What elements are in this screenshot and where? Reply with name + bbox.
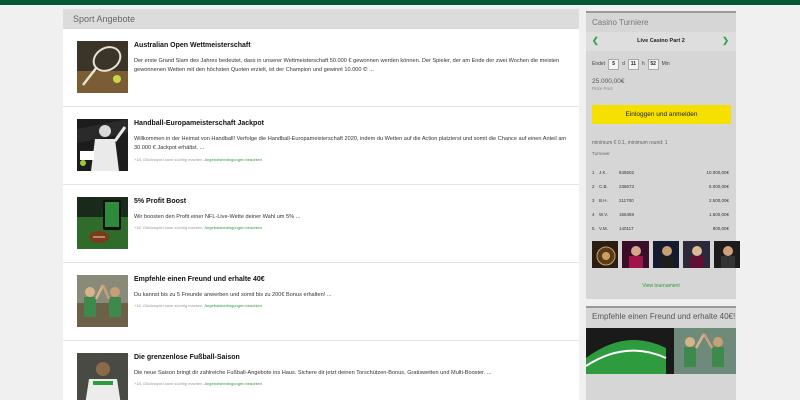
leaderboard-prize: 10.000,00€ — [706, 170, 729, 175]
tournament-nav: ❮ Live Casino Part 2 ❯ — [586, 32, 736, 51]
leaderboard-row: 5 V.M. 140117 800,00€ — [592, 223, 731, 235]
minimum-bet-text: minimum € 0.1, minimum round: 1 — [592, 140, 668, 146]
top-brand-bar — [0, 0, 800, 5]
terms-link[interactable]: Angebotsbedingungen beachten — [204, 157, 262, 162]
refer-friend-header[interactable]: Empfehle einen Freund und erhalte 40€! — [586, 308, 736, 326]
chevron-right-icon[interactable]: ❯ — [722, 36, 729, 45]
leaderboard-row: 3 B.H. 211700 2.500,00€ — [592, 195, 731, 207]
hours-unit: h — [641, 61, 645, 67]
promo-item[interactable]: Australian Open Wettmeisterschaft Der er… — [63, 29, 579, 107]
handball-player-image[interactable] — [77, 119, 128, 171]
tournament-games — [592, 241, 741, 268]
prize-pool-label: Prize Pool — [592, 86, 613, 91]
casino-tournaments-panel: Casino Turniere ❮ Live Casino Part 2 ❯ E… — [586, 11, 741, 299]
promo-terms: +18. Glücksspiel kann süchtig machen. An… — [134, 157, 262, 162]
countdown-minutes: 52 — [647, 58, 659, 70]
minutes-unit: Min — [661, 61, 670, 67]
promo-description: Wir boosten den Profit einer NFL-Live-We… — [134, 214, 301, 220]
promo-terms: +18. Glücksspiel kann süchtig machen. An… — [134, 381, 262, 386]
leaderboard-player: C.B. — [599, 184, 608, 189]
sport-offers-panel: Sport Angebote Australian Open Wettmeist… — [63, 9, 579, 400]
leaderboard-score: 236673 — [619, 184, 635, 189]
leaderboard-player: W.V. — [599, 212, 609, 217]
leaderboard-prize: 1.500,00€ — [708, 212, 729, 217]
live-blackjack-game-thumbnail[interactable] — [683, 241, 710, 268]
leaderboard-player: B.H. — [599, 198, 608, 203]
days-unit: d — [622, 61, 625, 67]
leaderboard-player: J.K. — [599, 170, 607, 175]
promo-terms: +18. Glücksspiel kann süchtig machen. An… — [134, 303, 262, 308]
promo-item[interactable]: Handball-Europameisterschaft Jackpot Wil… — [63, 107, 579, 185]
refer-friend-banner-image[interactable] — [586, 328, 736, 374]
leaderboard-row: 1 J.K. 845502 10.000,00€ — [592, 167, 731, 179]
leaderboard-prize: 5.000,00€ — [708, 184, 729, 189]
login-register-button[interactable]: Einloggen und anmelden — [592, 105, 731, 124]
live-casino-game-thumbnail[interactable] — [713, 241, 741, 268]
terms-disclaimer: +18. Glücksspiel kann süchtig machen. — [134, 225, 205, 230]
leaderboard-rank: 4 — [592, 212, 595, 217]
terms-disclaimer: +18. Glücksspiel kann süchtig machen. — [134, 157, 205, 162]
leaderboard-score: 166459 — [619, 212, 635, 217]
promo-item[interactable]: 5% Profit Boost Wir boosten den Profit e… — [63, 185, 579, 263]
leaderboard-row: 2 C.B. 236673 5.000,00€ — [592, 181, 731, 193]
leaderboard-score: 845502 — [619, 170, 635, 175]
tennis-racket-image[interactable] — [77, 41, 128, 93]
view-tournament-link[interactable]: View tournament — [586, 283, 736, 289]
american-football-image[interactable] — [77, 197, 128, 249]
terms-link[interactable]: Angebotsbedingungen beachten — [204, 303, 262, 308]
terms-link[interactable]: Angebotsbedingungen beachten — [204, 225, 262, 230]
roulette-game-thumbnail[interactable] — [592, 241, 619, 268]
live-table-game-thumbnail[interactable] — [652, 241, 680, 268]
ends-label: Endet — [592, 61, 606, 67]
sport-offers-header: Sport Angebote — [63, 9, 579, 29]
leaderboard-row: 4 W.V. 166459 1.500,00€ — [592, 209, 731, 221]
promo-title[interactable]: Handball-Europameisterschaft Jackpot — [134, 120, 264, 127]
tournament-countdown: Endet 5 d 11 h 52 Min — [592, 58, 670, 70]
leaderboard-rank: 2 — [592, 184, 595, 189]
promo-title[interactable]: Die grenzenlose Fußball-Saison — [134, 354, 240, 361]
promo-title[interactable]: 5% Profit Boost — [134, 198, 186, 205]
promo-item[interactable]: Empfehle einen Freund und erhalte 40€ Du… — [63, 263, 579, 341]
promo-description: Willkommen in der Heimat von Handball! V… — [134, 136, 567, 152]
promo-title[interactable]: Australian Open Wettmeisterschaft — [134, 42, 251, 49]
turnover-label: Turnover — [592, 151, 610, 156]
countdown-hours: 11 — [627, 58, 639, 70]
leaderboard-player: V.M. — [599, 226, 608, 231]
refer-friend-panel: Empfehle einen Freund und erhalte 40€! — [586, 306, 736, 400]
leaderboard-rank: 1 — [592, 170, 595, 175]
leaderboard-score: 140117 — [619, 226, 634, 231]
promo-item[interactable]: Die grenzenlose Fußball-Saison Die neue … — [63, 341, 579, 400]
leaderboard-prize: 2.500,00€ — [708, 198, 729, 203]
prize-pool-value: 25.000,00€ — [592, 78, 625, 85]
leaderboard-rank: 5 — [592, 226, 595, 231]
promo-description: Die neue Saison bringt dir zahlreiche Fu… — [134, 370, 492, 376]
tournament-name: Live Casino Part 2 — [637, 38, 685, 44]
terms-disclaimer: +18. Glücksspiel kann süchtig machen. — [134, 303, 205, 308]
football-fan-image[interactable] — [77, 353, 128, 400]
leaderboard-rank: 3 — [592, 198, 595, 203]
live-dealer-game-thumbnail[interactable] — [622, 241, 649, 268]
casino-tournaments-header: Casino Turniere — [592, 18, 649, 27]
promo-terms: +18. Glücksspiel kann süchtig machen. An… — [134, 225, 262, 230]
leaderboard-score: 211700 — [619, 198, 634, 203]
terms-disclaimer: +18. Glücksspiel kann süchtig machen. — [134, 381, 205, 386]
leaderboard-prize: 800,00€ — [712, 226, 729, 231]
countdown-days: 5 — [608, 58, 620, 70]
friends-high-five-image[interactable] — [77, 275, 128, 327]
promo-title[interactable]: Empfehle einen Freund und erhalte 40€ — [134, 276, 265, 283]
promo-description: Der erste Grand Slam des Jahres bedeutet… — [134, 58, 560, 74]
terms-link[interactable]: Angebotsbedingungen beachten — [204, 381, 262, 386]
promo-description: Du kannst bis zu 5 Freunde anwerben und … — [134, 292, 332, 298]
